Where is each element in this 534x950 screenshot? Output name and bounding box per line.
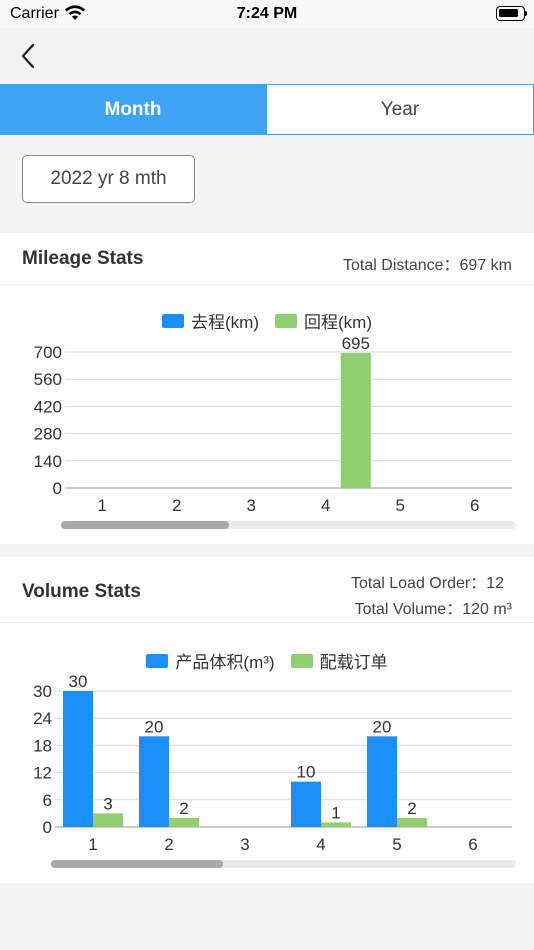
x-tick-label: 2 <box>164 835 173 854</box>
bar[interactable] <box>169 817 199 827</box>
tab-month[interactable]: Month <box>0 84 266 135</box>
bar[interactable] <box>291 781 321 827</box>
legend-swatch <box>146 653 169 668</box>
y-tick-label: 420 <box>34 397 62 416</box>
divider <box>0 284 534 285</box>
y-tick-label: 0 <box>53 479 62 498</box>
mileage-title: Mileage Stats <box>22 248 144 269</box>
divider <box>0 622 534 623</box>
clock: 7:24 PM <box>236 5 298 22</box>
x-tick-label: 5 <box>396 496 405 515</box>
x-tick-label: 1 <box>88 835 97 854</box>
period-segmented-control: Month Year <box>0 84 534 135</box>
x-tick-label: 3 <box>240 835 249 854</box>
legend-swatch <box>275 313 297 328</box>
nav-bar <box>0 28 534 84</box>
back-button[interactable] <box>10 36 46 76</box>
y-tick-label: 280 <box>34 425 62 444</box>
bar[interactable] <box>63 691 93 827</box>
volume-title: Volume Stats <box>22 581 141 602</box>
total-load-order: Total Load Order：12 <box>351 575 504 592</box>
mileage-chart-scrollbar[interactable] <box>61 521 516 529</box>
y-tick-label: 0 <box>43 818 52 837</box>
x-tick-label: 6 <box>470 496 479 515</box>
x-tick-label: 6 <box>468 835 477 854</box>
y-tick-label: 24 <box>33 709 52 728</box>
y-tick-label: 30 <box>33 682 52 701</box>
data-label: 2 <box>407 799 416 818</box>
status-bar: Carrier 7:24 PM <box>0 0 534 28</box>
x-tick-label: 3 <box>247 496 256 515</box>
bar[interactable] <box>397 817 427 827</box>
mileage-bar-chart: 0 140 280 420 560 700 1 2 3 695 4 5 6 <box>34 334 512 515</box>
data-label: 30 <box>69 672 88 691</box>
chevron-left-icon <box>21 43 35 69</box>
legend-swatch <box>162 313 185 328</box>
x-tick-label: 4 <box>321 496 330 515</box>
data-label: 2 <box>179 799 188 818</box>
data-label: 3 <box>103 794 112 813</box>
bar[interactable] <box>93 813 123 827</box>
data-label: 20 <box>145 717 164 736</box>
bar[interactable] <box>139 736 169 827</box>
total-distance: Total Distance：697 km <box>343 257 512 274</box>
legend-swatch <box>290 653 313 668</box>
scrollbar-thumb[interactable] <box>51 860 224 868</box>
bar[interactable] <box>321 822 351 827</box>
y-tick-label: 12 <box>33 764 52 783</box>
date-selector-button[interactable]: 2022 yr 8 mth <box>22 155 195 203</box>
mileage-stats-card: Mileage Stats Total Distance：697 km 去程(k… <box>0 233 534 544</box>
y-tick-label: 700 <box>34 343 62 362</box>
volume-stats-card: Volume Stats Total Load Order：12 Total V… <box>0 557 534 883</box>
x-tick-label: 2 <box>172 496 181 515</box>
bar[interactable] <box>340 352 371 488</box>
x-tick-label: 4 <box>316 835 325 854</box>
data-label: 20 <box>373 717 392 736</box>
volume-bar-chart: 061218243030312022 310142025 6 <box>33 672 512 854</box>
data-label: 695 <box>342 334 370 353</box>
data-label: 1 <box>331 803 340 822</box>
y-tick-label: 560 <box>34 370 62 389</box>
volume-chart-scrollbar[interactable] <box>51 860 516 868</box>
data-label: 10 <box>297 763 316 782</box>
y-tick-label: 18 <box>33 736 52 755</box>
battery-icon <box>496 6 527 21</box>
y-tick-label: 140 <box>34 452 62 471</box>
y-tick-label: 6 <box>43 791 52 810</box>
x-tick-label: 1 <box>98 496 107 515</box>
total-volume: Total Volume：120 m³ <box>354 601 512 618</box>
x-tick-label: 5 <box>392 835 401 854</box>
bar[interactable] <box>367 736 397 827</box>
tab-year[interactable]: Year <box>266 84 534 135</box>
scrollbar-thumb[interactable] <box>61 521 230 529</box>
